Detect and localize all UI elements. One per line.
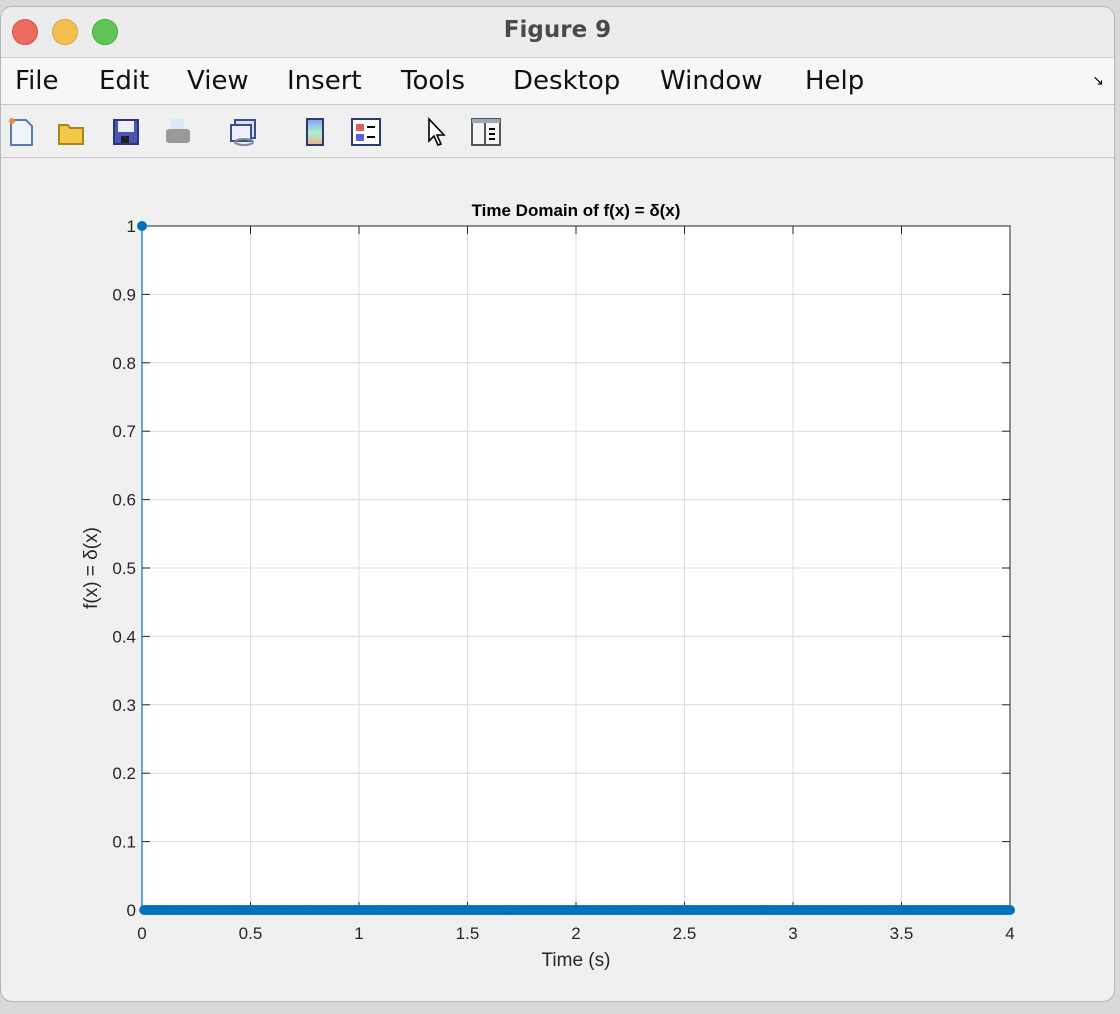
x-tick-label: 3 (788, 924, 797, 943)
y-tick-label: 0.5 (112, 559, 136, 578)
y-tick-label: 0.8 (112, 354, 136, 373)
x-tick-label: 1 (354, 924, 363, 943)
y-tick-label: 1 (127, 217, 136, 236)
y-tick-label: 0.7 (112, 422, 136, 441)
stem-marker (1005, 905, 1015, 915)
chart-title: Time Domain of f(x) = δ(x) (472, 201, 681, 220)
y-tick-label: 0.9 (112, 285, 136, 304)
x-axis-label: Time (s) (542, 950, 611, 971)
y-tick-label: 0.3 (112, 696, 136, 715)
y-tick-label: 0.6 (112, 491, 136, 510)
x-tick-label: 0.5 (239, 924, 263, 943)
y-tick-label: 0 (127, 901, 136, 920)
x-tick-label: 0 (137, 924, 146, 943)
x-tick-label: 1.5 (456, 924, 480, 943)
x-tick-label: 4 (1005, 924, 1014, 943)
y-tick-label: 0.2 (112, 764, 136, 783)
y-tick-label: 0.4 (112, 627, 136, 646)
x-tick-label: 2 (571, 924, 580, 943)
x-tick-label: 3.5 (890, 924, 914, 943)
y-axis-label: f(x) = δ(x) (81, 527, 102, 609)
plot-axes[interactable]: 0 0.5 1 1.5 2 2.5 3 3.5 4 0 0.1 0.2 0.3 0.4 0.5 0.6 0.7 0… (0, 0, 1120, 1014)
x-tick-label: 2.5 (673, 924, 697, 943)
y-tick-label: 0.1 (112, 833, 136, 852)
stem-marker (137, 221, 147, 231)
